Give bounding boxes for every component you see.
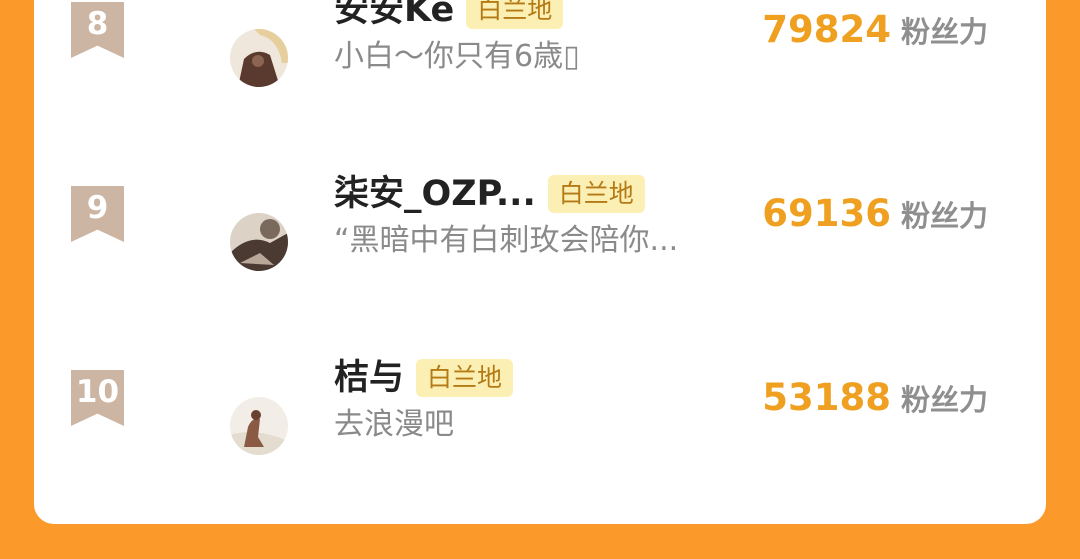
user-signature: 小白～你只有6歳▯ [334,39,580,74]
rank-number: 9 [86,190,109,226]
fans-power: 79824 粉丝力 [762,8,988,51]
user-name[interactable]: 桔与 [334,354,404,402]
user-name-line: 安安Ke 白兰地 [334,0,564,34]
fans-unit: 粉丝力 [900,15,988,49]
user-name[interactable]: 安安Ke [334,0,454,34]
leaderboard-card: 8 安安Ke 白兰地 小白～你只有6歳▯ 79824 粉丝力 9 柒安_OZP.… [34,0,1046,524]
user-name[interactable]: 柒安_OZP... [334,170,536,218]
rank-ribbon-icon: 10 [71,370,124,426]
avatar[interactable] [230,397,288,455]
fans-value: 69136 [762,192,891,235]
leaderboard-row[interactable]: 8 安安Ke 白兰地 小白～你只有6歳▯ 79824 粉丝力 [34,0,1046,154]
level-badge: 白兰地 [547,175,645,213]
leaderboard-row[interactable]: 10 桔与 白兰地 去浪漫吧 53188 粉丝力 [34,338,1046,522]
rank-ribbon-icon: 9 [71,186,124,242]
user-signature: “黑暗中有白刺玫会陪你... [334,223,679,258]
fans-value: 53188 [762,376,891,419]
level-badge: 白兰地 [466,0,564,29]
user-name-line: 桔与 白兰地 [334,354,514,402]
user-name-line: 柒安_OZP... 白兰地 [334,170,645,218]
avatar[interactable] [230,213,288,271]
fans-unit: 粉丝力 [900,199,988,233]
rank-number: 8 [86,6,109,42]
avatar[interactable] [230,29,288,87]
rank-number: 10 [75,374,120,410]
level-badge: 白兰地 [416,359,514,397]
fans-power: 53188 粉丝力 [762,376,988,419]
fans-value: 79824 [762,8,891,51]
rank-ribbon-icon: 8 [71,2,124,58]
user-signature: 去浪漫吧 [334,407,454,442]
leaderboard-row[interactable]: 9 柒安_OZP... 白兰地 “黑暗中有白刺玫会陪你... 69136 粉丝力 [34,154,1046,338]
fans-power: 69136 粉丝力 [762,192,988,235]
fans-unit: 粉丝力 [900,383,988,417]
